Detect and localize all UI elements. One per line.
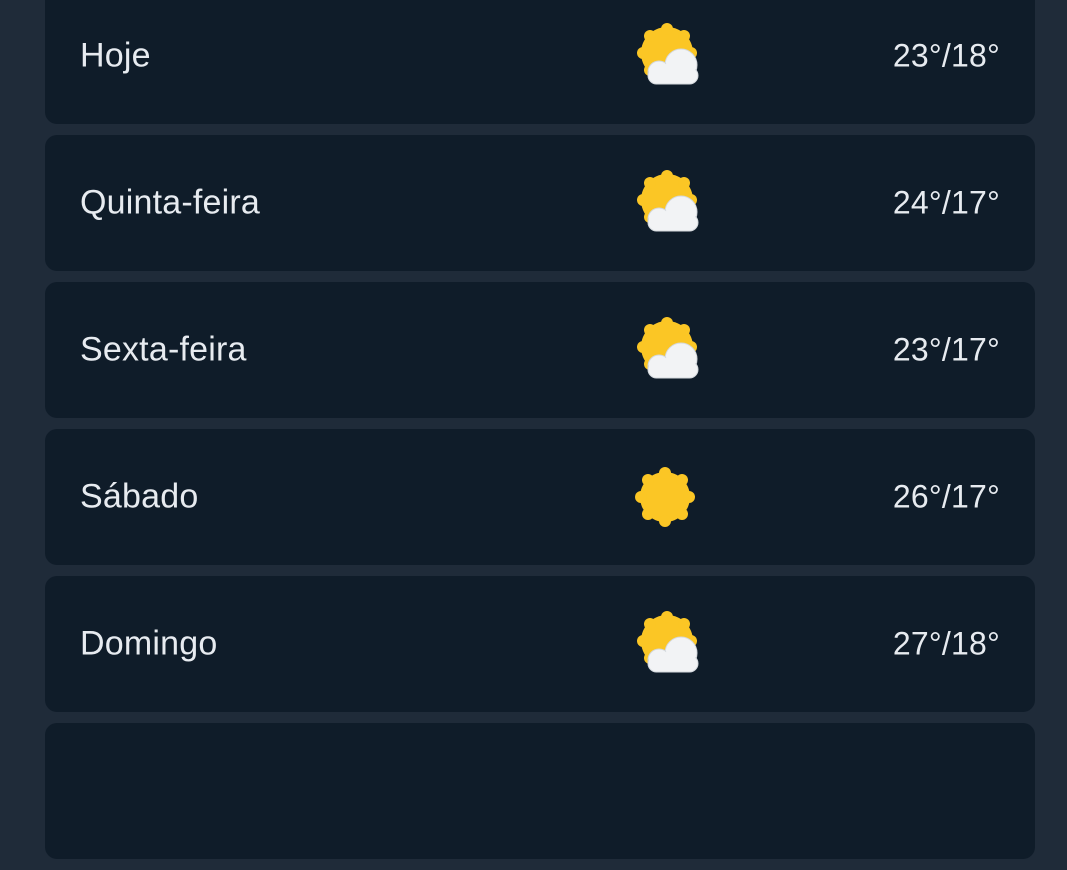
temperature-range: 27°/18° <box>892 625 1000 662</box>
daily-forecast-list: Hoje 23°/18° Quinta-feira 24°/17° Sexta-… <box>45 0 1035 870</box>
temperature-range: 23°/17° <box>892 331 1000 368</box>
partly-cloudy-icon <box>635 611 705 677</box>
day-label: Hoje <box>80 36 151 75</box>
forecast-row-friday[interactable]: Sexta-feira 23°/17° <box>45 282 1035 418</box>
temperature-range: 24°/17° <box>892 184 1000 221</box>
forecast-row-sunday[interactable]: Domingo 27°/18° <box>45 576 1035 712</box>
partly-cloudy-icon <box>635 23 705 89</box>
day-label: Sexta-feira <box>80 330 247 369</box>
forecast-row-thursday[interactable]: Quinta-feira 24°/17° <box>45 135 1035 271</box>
sunny-icon <box>635 464 705 530</box>
day-label: Sábado <box>80 477 199 516</box>
temperature-range: 26°/17° <box>892 478 1000 515</box>
forecast-row-today[interactable]: Hoje 23°/18° <box>45 0 1035 124</box>
partly-cloudy-icon <box>635 170 705 236</box>
day-label: Quinta-feira <box>80 183 261 222</box>
partly-cloudy-icon <box>635 317 705 383</box>
forecast-row-partial[interactable] <box>45 723 1035 859</box>
temperature-range: 23°/18° <box>892 37 1000 74</box>
day-label: Domingo <box>80 624 218 663</box>
forecast-row-saturday[interactable]: Sábado 26°/17° <box>45 429 1035 565</box>
